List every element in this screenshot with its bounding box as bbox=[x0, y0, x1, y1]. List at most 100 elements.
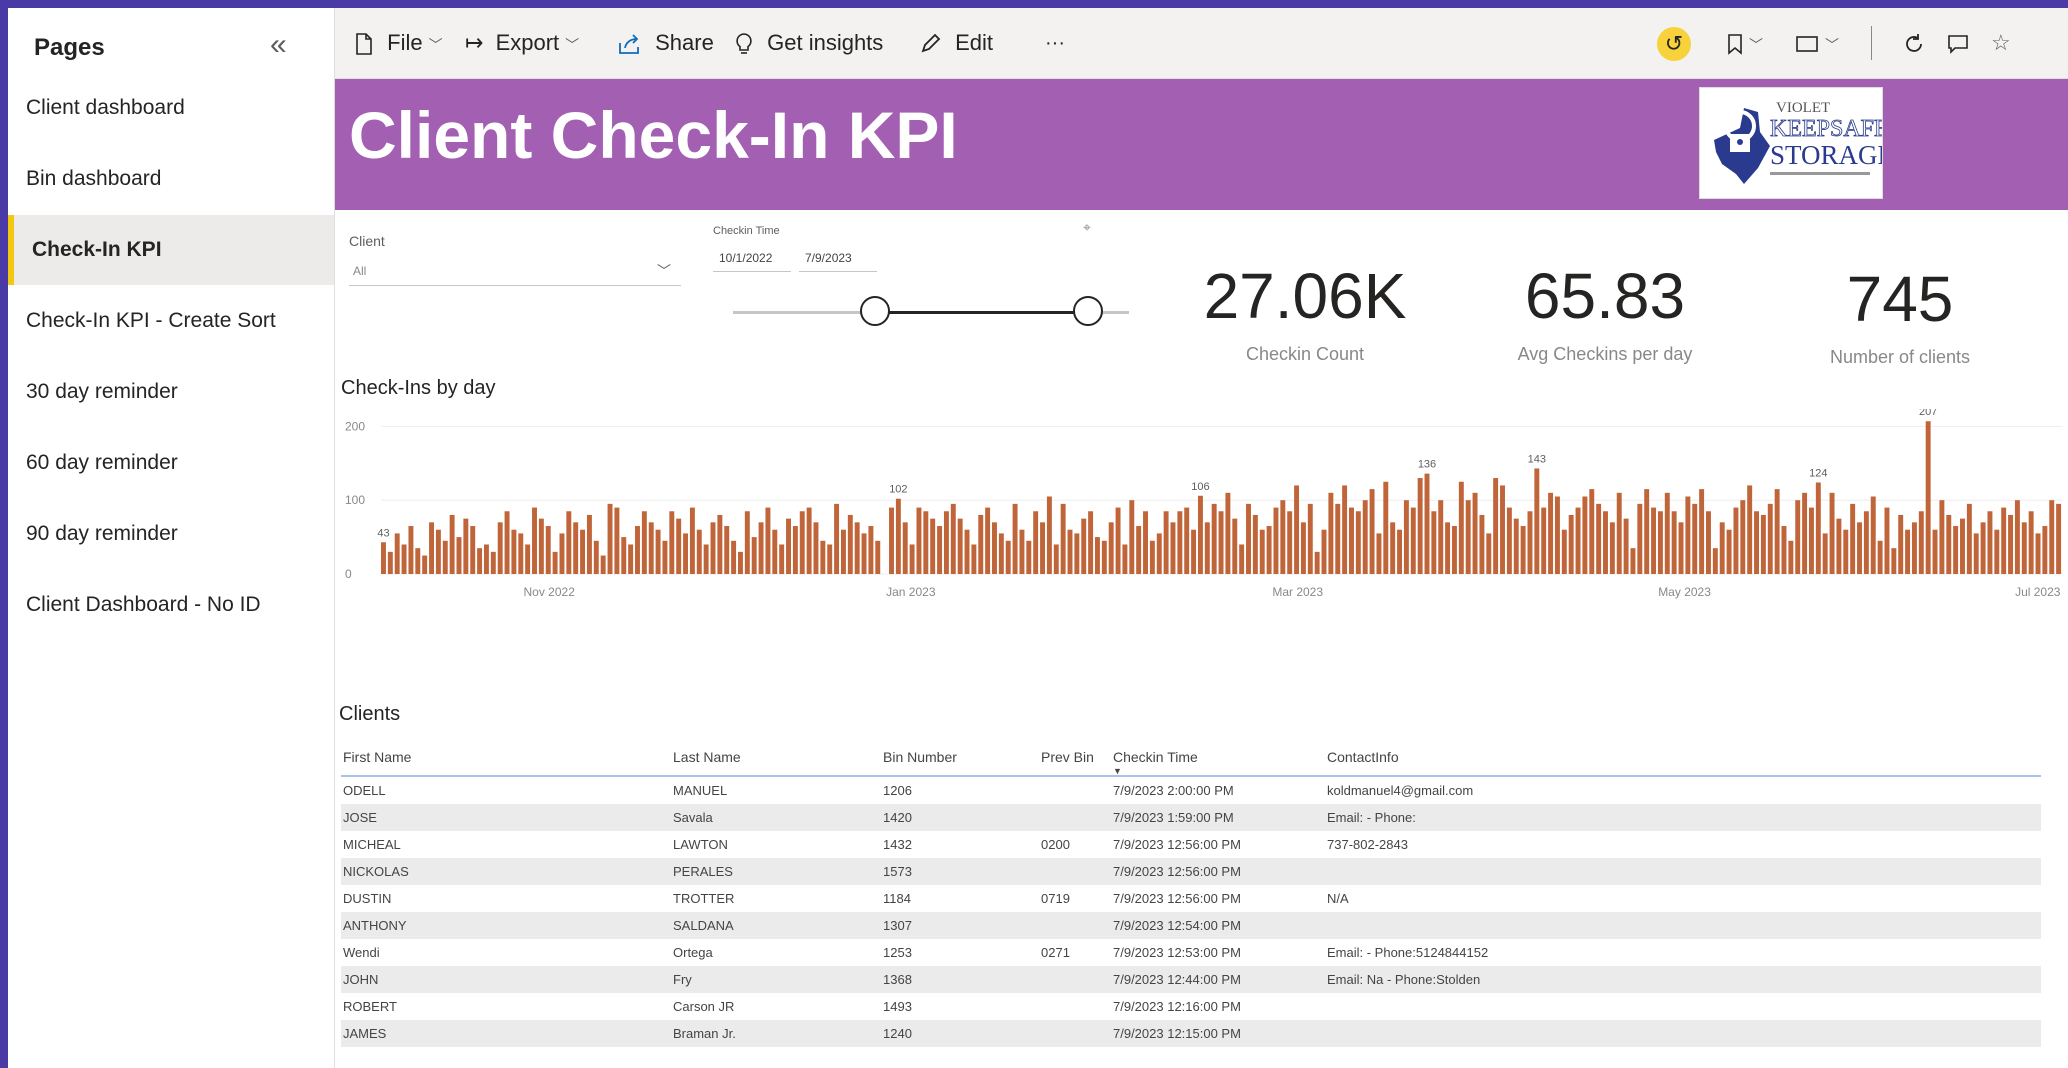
table-row[interactable]: DUSTIN TROTTER 1184 0719 7/9/2023 12:56:00 P… bbox=[341, 885, 2041, 912]
table-cell: 7/9/2023 12:15:00 PM bbox=[1113, 1026, 1241, 1041]
end-date-input[interactable]: 7/9/2023 bbox=[799, 244, 877, 272]
chart-bar bbox=[607, 503, 613, 574]
table-cell: 1253 bbox=[883, 945, 912, 960]
collapse-pane-icon[interactable]: « bbox=[270, 28, 287, 62]
table-cell: MICHEAL bbox=[343, 837, 401, 852]
client-dropdown[interactable]: All ﹀ bbox=[349, 256, 681, 286]
table-row[interactable]: JOHN Fry 1368 7/9/2023 12:44:00 PM Email: Na… bbox=[341, 966, 2041, 993]
pin-icon[interactable]: ⌖ bbox=[1083, 219, 1091, 236]
table-cell: 1573 bbox=[883, 864, 912, 879]
chart-bar bbox=[648, 522, 654, 574]
chart-bar bbox=[717, 514, 723, 574]
powerbi-app: Pages « Client dashboard Bin dashboard Che… bbox=[8, 8, 2068, 1068]
sidebar-item-90-day-reminder[interactable]: 90 day reminder bbox=[8, 499, 334, 569]
slider-end-handle[interactable] bbox=[1073, 296, 1103, 326]
column-header-first-name[interactable]: First Name bbox=[343, 739, 411, 775]
client-filter-label: Client bbox=[349, 233, 385, 249]
avg-checkins-label: Avg Checkins per day bbox=[1517, 344, 1693, 364]
chart-bar bbox=[1156, 533, 1162, 574]
chart-bar bbox=[772, 529, 778, 574]
sidebar-item-check-in-kpi[interactable]: Check-In KPI bbox=[8, 215, 334, 285]
chart-bar bbox=[1040, 522, 1046, 574]
chart-bar bbox=[1863, 511, 1869, 574]
chart-bar bbox=[1294, 485, 1300, 574]
chart-bar bbox=[1651, 507, 1657, 574]
chart-bar bbox=[552, 551, 558, 574]
sidebar-item-client-dashboard-no-id[interactable]: Client Dashboard - No ID bbox=[8, 570, 334, 640]
table-row[interactable]: JAMES Braman Jr. 1240 7/9/2023 12:15:00 PM bbox=[341, 1020, 2041, 1047]
table-row[interactable]: ROBERT Carson JR 1493 7/9/2023 12:16:00 PM bbox=[341, 993, 2041, 1020]
chart-bar bbox=[2056, 503, 2062, 574]
chart-bar bbox=[1733, 507, 1739, 574]
table-cell: koldmanuel4@gmail.com bbox=[1327, 783, 1474, 798]
slider-start-handle[interactable] bbox=[860, 296, 890, 326]
column-header-last-name[interactable]: Last Name bbox=[673, 739, 741, 775]
refresh-icon bbox=[1906, 34, 1922, 53]
sidebar-item-check-in-kpi-create-sort[interactable]: Check-In KPI - Create Sort bbox=[8, 286, 334, 356]
pages-sidebar: Pages « Client dashboard Bin dashboard Che… bbox=[8, 8, 335, 1068]
chart-bar bbox=[477, 548, 483, 574]
chart-bar bbox=[511, 529, 517, 574]
column-header-checkin-time[interactable]: Checkin Time bbox=[1113, 739, 1198, 775]
bookmark-icon bbox=[1728, 34, 1742, 55]
table-row[interactable]: ANTHONY SALDANA 1307 7/9/2023 12:54:00 PM bbox=[341, 912, 2041, 939]
chart-bar bbox=[387, 551, 393, 574]
reset-icon: ↺ bbox=[1657, 27, 1691, 62]
edit-button[interactable]: Edit bbox=[919, 8, 993, 78]
table-row[interactable]: MICHEAL LAWTON 1432 0200 7/9/2023 12:56:00 P… bbox=[341, 831, 2041, 858]
more-options-button[interactable]: ··· bbox=[1045, 8, 1065, 78]
sidebar-item-client-dashboard[interactable]: Client dashboard bbox=[8, 73, 334, 143]
chart-bar bbox=[1973, 533, 1979, 574]
table-cell: 1432 bbox=[883, 837, 912, 852]
chart-bar bbox=[1246, 503, 1251, 574]
sidebar-item-30-day-reminder[interactable]: 30 day reminder bbox=[8, 357, 334, 427]
bookmark-button[interactable]: ﹀ bbox=[1727, 8, 1763, 78]
file-menu[interactable]: File ﹀ bbox=[355, 8, 443, 78]
chart-bar bbox=[1699, 489, 1705, 574]
chart-bar bbox=[1094, 537, 1100, 574]
table-row[interactable]: ODELL MANUEL 1206 7/9/2023 2:00:00 PM koldma… bbox=[341, 777, 2041, 804]
chart-bar bbox=[1101, 540, 1107, 574]
chart-bar bbox=[1644, 489, 1650, 574]
y-tick-label: 0 bbox=[345, 567, 352, 581]
chart-bar bbox=[483, 544, 489, 574]
refresh-button[interactable] bbox=[1903, 8, 1925, 78]
chart-bar bbox=[1252, 514, 1258, 574]
x-tick-label: Jan 2023 bbox=[886, 585, 936, 599]
chart-bar bbox=[1349, 507, 1354, 574]
chart-bar bbox=[1486, 533, 1492, 574]
start-date-input[interactable]: 10/1/2022 bbox=[713, 244, 791, 272]
undo-button[interactable]: ↺ bbox=[1657, 8, 1691, 78]
chart-bar bbox=[662, 540, 668, 574]
table-row[interactable]: NICKOLAS PERALES 1573 7/9/2023 12:56:00 PM bbox=[341, 858, 2041, 885]
sidebar-item-bin-dashboard[interactable]: Bin dashboard bbox=[8, 144, 334, 214]
comment-button[interactable] bbox=[1947, 8, 1969, 78]
table-cell: ODELL bbox=[343, 783, 386, 798]
get-insights-button[interactable]: Get insights bbox=[735, 8, 883, 78]
chart-bar bbox=[1403, 500, 1409, 574]
chart-bar bbox=[1987, 511, 1993, 574]
sidebar-item-60-day-reminder[interactable]: 60 day reminder bbox=[8, 428, 334, 498]
chart-bar bbox=[1850, 503, 1856, 574]
data-label: 136 bbox=[1418, 459, 1436, 471]
chart-bar bbox=[1438, 500, 1444, 574]
share-button[interactable]: Share bbox=[617, 8, 714, 78]
chart-bar bbox=[1300, 522, 1306, 574]
slider-range bbox=[877, 311, 1089, 314]
chart-bar bbox=[1506, 507, 1512, 574]
chart-bar bbox=[1774, 489, 1780, 574]
column-header-bin-number[interactable]: Bin Number bbox=[883, 739, 957, 775]
chart-bar bbox=[779, 544, 785, 574]
favorite-button[interactable]: ☆ bbox=[1991, 8, 2011, 78]
column-header-contactinfo[interactable]: ContactInfo bbox=[1327, 739, 1399, 775]
view-button[interactable]: ﹀ bbox=[1795, 8, 1839, 78]
table-row[interactable]: Wendi Ortega 1253 0271 7/9/2023 12:53:00 PM E… bbox=[341, 939, 2041, 966]
chart-bar bbox=[1451, 526, 1457, 574]
chart-bar bbox=[971, 544, 977, 574]
export-icon: ↦ bbox=[465, 30, 484, 55]
table-row[interactable]: JOSE Savala 1420 7/9/2023 1:59:00 PM Email: … bbox=[341, 804, 2041, 831]
column-header-prev-bin[interactable]: Prev Bin bbox=[1041, 739, 1094, 775]
export-menu[interactable]: ↦ Export ﹀ bbox=[465, 8, 579, 78]
chart-bar bbox=[1143, 511, 1148, 574]
chart-bar bbox=[586, 514, 592, 574]
